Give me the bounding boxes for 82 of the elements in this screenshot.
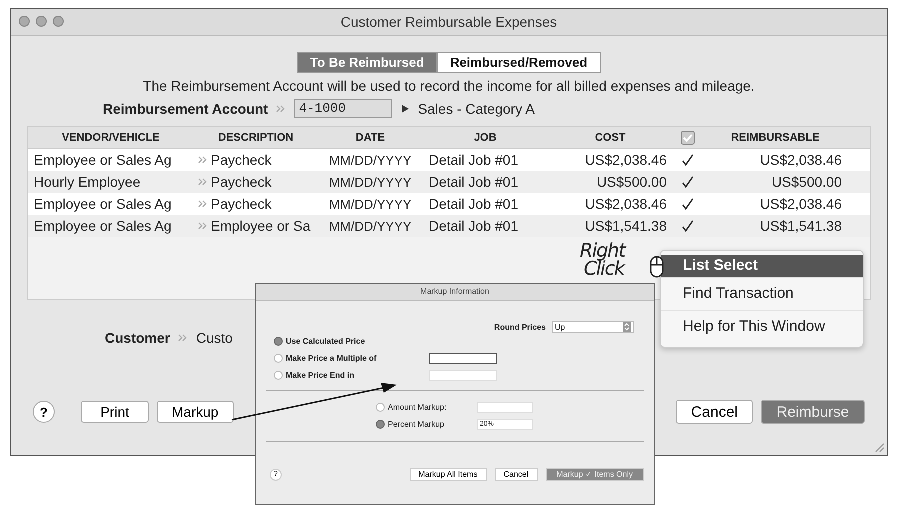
resize-grip-icon[interactable] [873,441,885,453]
table-cell-text: MM/DD/YYYY [328,152,413,168]
radio-button[interactable] [376,420,385,429]
zoom-icon[interactable] [53,16,64,27]
option-label: Make Price a Multiple of [286,354,378,363]
menu-item[interactable]: Help for This Window [661,311,863,343]
menu-item[interactable]: Find Transaction [661,278,863,311]
dialog-button[interactable]: Markup All Items [410,468,487,481]
menu-item[interactable]: List Select [661,255,863,278]
table-cell-text: US$1,541.38 [759,218,843,234]
table-cell-text: Detail Job #01 [428,218,520,234]
checkbox[interactable] [681,130,695,144]
round-prices-label: Round Prices [494,322,546,332]
radio-button[interactable] [376,403,385,412]
table-cell-text: US$2,038.46 [584,152,668,168]
column-header[interactable]: JOB [423,132,548,144]
table-cell-text: US$2,038.46 [584,196,668,212]
table-cell-text: US$2,038.46 [759,196,843,212]
radio-button[interactable] [274,337,283,346]
table-cell: Paycheck [211,174,272,190]
markup-button[interactable]: Markup [157,401,234,423]
account-name: Sales - Category A [418,100,535,116]
column-header[interactable]: COST [548,132,673,144]
table-cell: Employee or Sa [211,218,311,234]
tab[interactable]: To Be Reimbursed [297,52,438,73]
dialog-button[interactable]: Cancel [676,400,753,424]
dialog-title: Markup Information [256,284,654,301]
annotation-text: Click [584,260,626,278]
play-icon[interactable] [400,104,410,114]
table-cell: Paycheck [211,196,272,212]
column-header[interactable]: DATE [318,132,423,144]
column-header[interactable]: VENDOR/VEHICLE [28,132,194,144]
chevron-icon[interactable] [178,333,188,343]
table-cell-text: US$500.00 [770,174,843,190]
table-cell-text: MM/DD/YYYY [328,218,413,234]
help-button[interactable]: ? [33,401,55,423]
minimize-icon[interactable] [36,16,47,27]
account-field[interactable]: 4-1000 [294,99,392,118]
chevron-icon[interactable] [198,155,208,165]
table-cell-text: Detail Job #01 [428,152,520,168]
table-cell-text: Detail Job #01 [428,196,520,212]
customer-value: Custo [196,330,233,346]
option-label: Percent Markup [388,420,446,429]
round-prices-select[interactable]: Up [552,321,634,333]
chevron-icon[interactable] [198,199,208,209]
tab[interactable]: Reimbursed/Removed [437,52,601,73]
chevron-icon[interactable] [276,104,286,114]
table-cell-text: US$2,038.46 [759,152,843,168]
table-cell-text: US$500.00 [596,174,668,190]
chevron-icon[interactable] [198,221,208,231]
table-cell-text: Detail Job #01 [428,174,520,190]
stepper-icon[interactable] [623,322,631,332]
table-cell-text: MM/DD/YYYY [328,174,413,190]
check-icon[interactable] [681,197,695,211]
input-field[interactable] [429,353,497,364]
table-cell-text: Employee or Sales Ag [33,196,173,212]
table-cell-text: Employee or Sales Ag [33,218,173,234]
radio-button[interactable] [274,354,283,363]
option-label: Use Calculated Price [286,337,366,346]
column-header[interactable]: REIMBURSABLE [703,132,848,144]
table-cell-text: US$1,541.38 [584,218,668,234]
annotation-text: Right [580,242,626,260]
radio-button[interactable] [274,371,283,380]
account-label: Reimbursement Account [103,100,268,116]
info-text: The Reimbursement Account will be used to record the income for all billed expenses and mileage. [142,78,756,94]
dialog-button[interactable]: Reimburse [761,400,865,424]
window-title: Customer Reimbursable Expenses [340,14,558,30]
check-icon[interactable] [681,219,695,233]
table-cell-text: Employee or Sales Ag [33,152,173,168]
close-icon[interactable] [19,16,30,27]
check-icon[interactable] [681,153,695,167]
option-label: Amount Markup: [388,403,448,412]
dialog-button[interactable]: Cancel [494,468,538,481]
table-cell: Paycheck [211,152,272,168]
chevron-icon[interactable] [198,177,208,187]
customer-label: Customer [105,330,170,346]
print-button[interactable]: Print [81,401,149,423]
column-header[interactable]: DESCRIPTION [194,132,318,144]
table-cell-text: MM/DD/YYYY [328,196,413,212]
option-label: Make Price End in [286,371,356,380]
table-cell-text: Hourly Employee [33,174,142,190]
check-icon[interactable] [681,175,695,189]
